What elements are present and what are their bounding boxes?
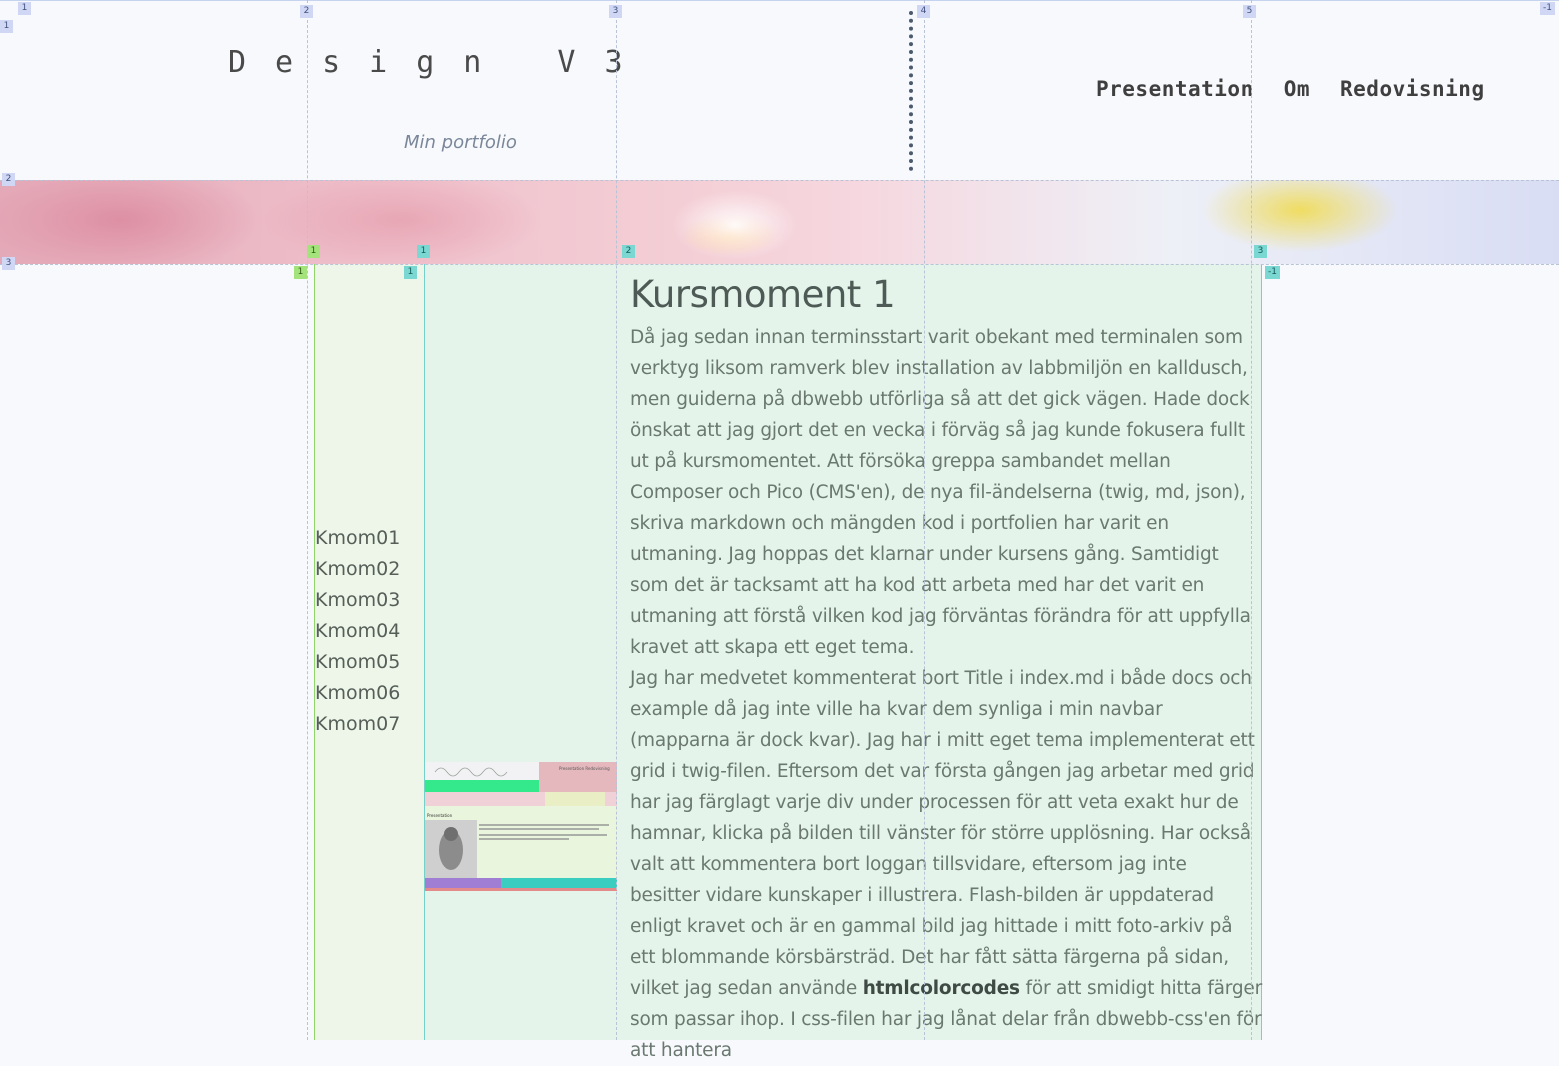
sidebar: Kmom01 Kmom02 Kmom03 Kmom04 Kmom05 Kmom0… [314, 264, 424, 1040]
grid-column-marker: 1 [18, 2, 31, 15]
grid-subgrid-marker: 1 [294, 266, 307, 279]
grid-row-line [0, 180, 1559, 181]
sidebar-item-kmom01[interactable]: Kmom01 [315, 523, 400, 554]
grid-row-marker: 1 [0, 20, 13, 33]
grid-column-marker: 5 [1243, 5, 1256, 18]
article-paragraph-1: Då jag sedan innan terminsstart varit ob… [630, 327, 1251, 658]
sidebar-item-kmom03[interactable]: Kmom03 [315, 585, 400, 616]
sidebar-item-kmom02[interactable]: Kmom02 [315, 554, 400, 585]
dotted-divider [909, 11, 913, 171]
grid-column-line [616, 0, 617, 1040]
nav-link-presentation[interactable]: Presentation [1096, 77, 1254, 101]
sidebar-menu: Kmom01 Kmom02 Kmom03 Kmom04 Kmom05 Kmom0… [315, 523, 400, 740]
article-paragraph-2-text: Jag har medvetet kommenterat bort Title … [630, 668, 1255, 999]
sidebar-item-kmom05[interactable]: Kmom05 [315, 647, 400, 678]
article-paragraph-2: Jag har medvetet kommenterat bort Title … [630, 663, 1262, 1066]
grid-column-marker: 2 [300, 5, 313, 18]
site-slogan: Min portfolio [404, 132, 517, 153]
site-title[interactable]: Design V3 [228, 45, 652, 80]
grid-row-line [0, 264, 1559, 265]
sidebar-item-kmom06[interactable]: Kmom06 [315, 678, 400, 709]
grid-subgrid-marker: 1 [417, 245, 430, 258]
grid-column-line [307, 0, 308, 1040]
main-navbar: Presentation Om Redovisning [1096, 77, 1515, 101]
grid-subgrid-marker: 1 [307, 245, 320, 258]
grid-row-marker: 3 [2, 257, 15, 270]
thumbnail-image: Presentation Redovisning Presentation [425, 762, 617, 891]
grid-column-marker: 3 [609, 5, 622, 18]
flash-banner-image [0, 180, 1559, 264]
article: Kursmoment 1 Då jag sedan innan terminss… [630, 273, 1262, 1066]
grid-column-marker: 4 [917, 5, 930, 18]
sidebar-item-kmom07[interactable]: Kmom07 [315, 709, 400, 740]
article-title: Kursmoment 1 [630, 273, 896, 316]
nav-link-om[interactable]: Om [1284, 77, 1310, 101]
grid-subgrid-marker: 3 [1254, 245, 1267, 258]
grid-column-line [1251, 0, 1252, 1040]
site-header: Design V3 Min portfolio Presentation Om … [0, 0, 1559, 181]
nav-link-redovisning[interactable]: Redovisning [1340, 77, 1485, 101]
grid-column-line [924, 0, 925, 1040]
grid-subgrid-marker: 1 [404, 266, 417, 279]
grid-layout-thumbnail[interactable]: Presentation Redovisning Presentation [425, 762, 617, 891]
grid-subgrid-marker: 2 [622, 245, 635, 258]
htmlcolorcodes-link[interactable]: htmlcolorcodes [863, 978, 1020, 999]
grid-subgrid-marker: -1 [1265, 266, 1280, 279]
grid-column-marker: -1 [1540, 2, 1555, 15]
grid-row-marker: 2 [2, 173, 15, 186]
sidebar-item-kmom04[interactable]: Kmom04 [315, 616, 400, 647]
thumb-nav-text: Presentation Redovisning [559, 766, 610, 771]
thumb-heading: Presentation [427, 813, 453, 818]
